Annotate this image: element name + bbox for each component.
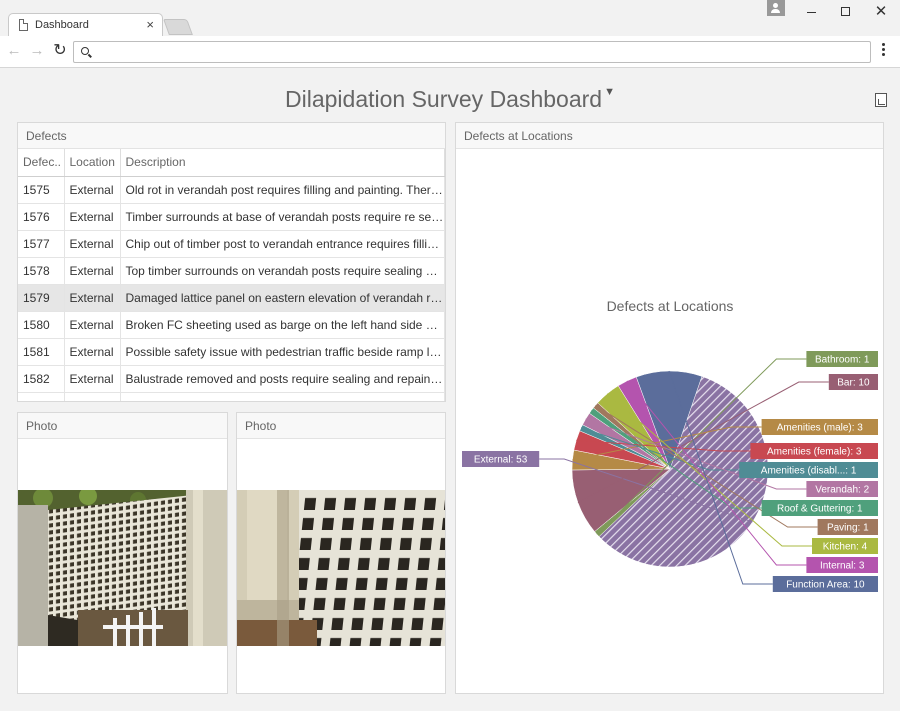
cell-description: Chip out of timber post to verandah entr… — [120, 230, 445, 258]
cell-defect-id: 1577 — [18, 230, 65, 258]
photo-caption: Photo — [18, 413, 227, 439]
dashboard-title-text: Dilapidation Survey Dashboard — [285, 86, 603, 112]
cell-location: External — [64, 203, 121, 231]
defects-grid: Defec.. Location Description 1575 Externa… — [18, 149, 445, 401]
cell-description: Timber surrounds at base of verandah pos… — [120, 203, 445, 231]
data-label-roof-guttering: Roof & Guttering: 1 — [777, 504, 863, 515]
cell-defect-id: 1583 — [18, 392, 65, 401]
export-icon[interactable] — [875, 93, 887, 107]
cell-location: External — [64, 284, 121, 312]
minimize-icon — [806, 12, 816, 14]
column-header-description[interactable]: Description — [120, 149, 445, 177]
filter-dropdown-icon[interactable]: ▼ — [604, 86, 615, 98]
cell-description: Balustrade removed and posts require sea… — [120, 365, 445, 393]
table-row[interactable]: 1579 External Damaged lattice panel on eas… — [18, 284, 445, 312]
profile-icon[interactable] — [767, 0, 785, 16]
photo-panel-2: Photo — [236, 412, 446, 694]
data-label-kitchen: Kitchen: 4 — [823, 542, 868, 553]
dashboard-title: Dilapidation Survey Dashboard ▼ — [0, 86, 900, 113]
column-header-location[interactable]: Location — [64, 149, 121, 177]
data-label-bathroom: Bathroom: 1 — [815, 355, 870, 366]
grid-header-row: Defec.. Location Description — [18, 149, 445, 177]
table-row[interactable]: 1575 External Old rot in verandah post req… — [18, 176, 445, 204]
data-label-external: External: 53 — [474, 455, 528, 466]
table-row[interactable]: 1576 External Timber surrounds at base of … — [18, 203, 445, 231]
cell-defect-id: 1579 — [18, 284, 65, 312]
defects-caption: Defects — [18, 123, 445, 149]
cell-defect-id: 1575 — [18, 176, 65, 204]
cell-location: External — [64, 365, 121, 393]
chart-panel: Defects at Locations Defects at Location… — [455, 122, 884, 694]
cell-defect-id: 1582 — [18, 365, 65, 393]
data-label-function-area: Function Area: 10 — [786, 580, 865, 591]
data-label-amenities-disabl: Amenities (disabl...: 1 — [761, 466, 857, 477]
cell-location: External — [64, 338, 121, 366]
data-label-bar: Bar: 10 — [837, 378, 870, 389]
forward-arrow-icon[interactable]: → — [27, 41, 47, 61]
new-tab-button[interactable] — [163, 19, 193, 35]
maximize-button[interactable] — [835, 4, 855, 20]
tab-title: Dashboard — [35, 19, 89, 31]
data-label-amenities-female: Amenities (female): 3 — [767, 447, 862, 458]
chart-caption: Defects at Locations — [456, 123, 883, 149]
cell-description: Old rot in verandah post requires fillin… — [120, 176, 445, 204]
table-row[interactable]: 1580 External Broken FC sheeting used as b… — [18, 311, 445, 339]
cell-location: External — [64, 311, 121, 339]
address-bar[interactable] — [73, 41, 871, 63]
search-icon — [81, 47, 89, 55]
photo-panel-1: Photo — [17, 412, 228, 694]
cell-location: External — [64, 230, 121, 258]
table-row[interactable]: 1578 External Top timber surrounds on vera… — [18, 257, 445, 285]
cell-location: External — [64, 176, 121, 204]
defects-panel: Defects Defec.. Location Description 157… — [17, 122, 446, 402]
column-header-defect[interactable]: Defec.. — [18, 149, 65, 177]
table-row[interactable]: 1581 External Possible safety issue with p… — [18, 338, 445, 366]
cell-defect-id: 1578 — [18, 257, 65, 285]
browser-toolbar: ← → ↻ — [0, 36, 900, 68]
tab-close-icon[interactable]: × — [146, 17, 154, 32]
lattice-photo-2 — [237, 490, 445, 646]
cell-description: Minor fungal and lichen build up on the … — [120, 392, 445, 401]
photo-caption: Photo — [237, 413, 445, 439]
table-row[interactable]: 1577 External Chip out of timber post to v… — [18, 230, 445, 258]
cell-defect-id: 1581 — [18, 338, 65, 366]
data-label-verandah: Verandah: 2 — [815, 485, 869, 496]
maximize-icon — [840, 7, 850, 16]
browser-menu-icon[interactable] — [882, 43, 886, 61]
table-row[interactable]: 1583ExternalMinor fungal and lichen buil… — [18, 392, 445, 401]
back-arrow-icon[interactable]: ← — [4, 41, 24, 61]
cell-description: Possible safety issue with pedestrian tr… — [120, 338, 445, 366]
cell-location: External — [64, 392, 121, 401]
cell-defect-id: 1576 — [18, 203, 65, 231]
cell-location: External — [64, 257, 121, 285]
lattice-photo-1 — [18, 490, 227, 646]
close-window-button[interactable]: ✕ — [871, 4, 891, 20]
browser-titlebar: Dashboard × ✕ — [0, 0, 900, 37]
chart-title: Defects at Locations — [607, 298, 734, 314]
cell-description: Top timber surrounds on verandah posts r… — [120, 257, 445, 285]
cell-description: Damaged lattice panel on eastern elevati… — [120, 284, 445, 312]
cell-description: Broken FC sheeting used as barge on the … — [120, 311, 445, 339]
minimize-button[interactable] — [801, 4, 821, 20]
cell-defect-id: 1580 — [18, 311, 65, 339]
document-icon — [19, 19, 28, 31]
table-row[interactable]: 1582 External Balustrade removed and posts… — [18, 365, 445, 393]
browser-tab[interactable]: Dashboard × — [8, 13, 163, 37]
reload-icon[interactable]: ↻ — [50, 41, 70, 61]
pie-chart: Defects at Locations External: 53 Bathroo… — [462, 298, 878, 592]
data-label-internal: Internal: 3 — [820, 561, 865, 572]
data-label-amenities-male: Amenities (male): 3 — [777, 423, 864, 434]
data-label-paving: Paving: 1 — [827, 523, 869, 534]
